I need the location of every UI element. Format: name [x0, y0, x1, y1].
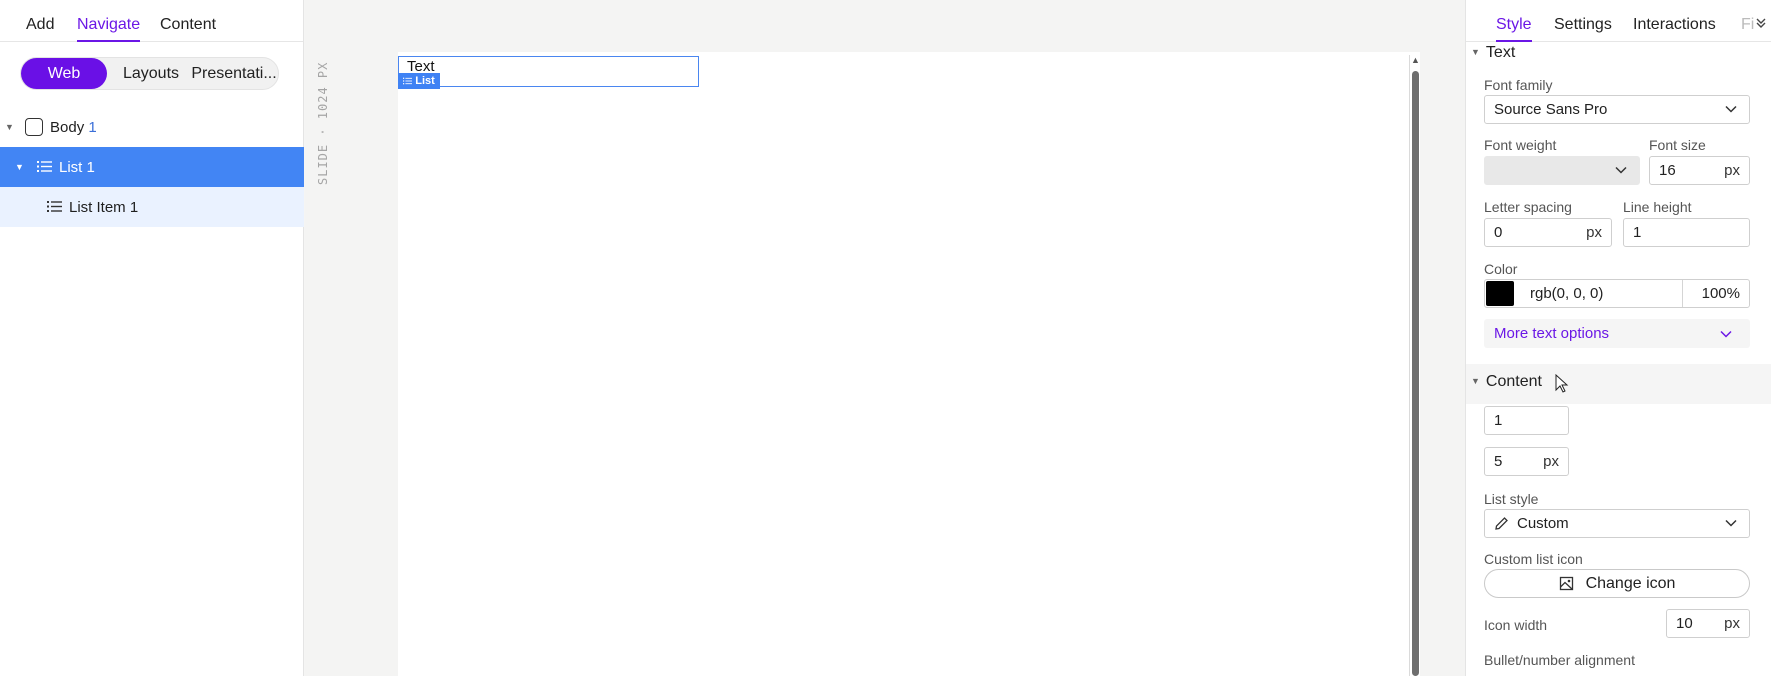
font-weight-select[interactable]	[1484, 156, 1640, 185]
tab-navigate[interactable]: Navigate	[77, 16, 141, 42]
list-icon	[403, 77, 413, 85]
chevron-down-icon	[1725, 105, 1737, 113]
chevron-down-icon	[1725, 519, 1737, 527]
icon-width-input[interactable]: 10 px	[1666, 609, 1750, 638]
letter-spacing-input[interactable]: 0 px	[1484, 218, 1612, 247]
body-number: 1	[88, 118, 97, 136]
more-text-options-label: More text options	[1494, 325, 1610, 342]
content-field-1[interactable]: 1	[1484, 406, 1569, 435]
custom-list-icon-label: Custom list icon	[1484, 551, 1583, 567]
section-title: Text	[1485, 44, 1516, 61]
icon-width-unit: px	[1724, 615, 1740, 632]
field-value: 5	[1494, 453, 1503, 470]
more-text-options-button[interactable]: More text options	[1484, 319, 1750, 348]
tab-fi[interactable]: Fi	[1741, 16, 1754, 34]
tree-item-list-item[interactable]: List Item 1	[0, 187, 304, 227]
tab-style[interactable]: Style	[1496, 16, 1532, 42]
line-height-label: Line height	[1623, 199, 1692, 215]
selection-tag: List	[398, 73, 440, 89]
image-icon	[1559, 576, 1573, 591]
line-height-value: 1	[1633, 224, 1642, 241]
mouse-cursor-icon	[1555, 374, 1569, 393]
color-value[interactable]: rgb(0, 0, 0)	[1530, 285, 1603, 302]
view-mode-segmented-control: Web Layouts Presentati...	[20, 57, 279, 90]
selected-list-element[interactable]	[398, 56, 699, 87]
tree-item-list[interactable]: ▼ List 1	[0, 147, 304, 187]
section-title: Content	[1485, 373, 1542, 390]
tree-item-label: List Item 1	[69, 198, 139, 216]
slide-canvas[interactable]	[398, 52, 1420, 676]
color-opacity-value[interactable]: 100%	[1702, 285, 1740, 302]
chevron-down-icon	[1615, 166, 1627, 174]
list-style-value: Custom	[1517, 515, 1569, 532]
segment-layouts[interactable]: Layouts	[117, 58, 185, 89]
content-section-header[interactable]: ▼ Content	[1471, 373, 1542, 391]
font-family-select[interactable]: Source Sans Pro	[1484, 95, 1750, 124]
right-panel: Style Settings Interactions Fi ▼ Text Fon…	[1465, 0, 1771, 676]
body-label: Body	[50, 118, 85, 136]
line-height-input[interactable]: 1	[1623, 218, 1750, 247]
font-weight-label: Font weight	[1484, 137, 1557, 153]
letter-spacing-label: Letter spacing	[1484, 199, 1572, 215]
change-icon-label: Change icon	[1585, 574, 1676, 592]
font-size-input[interactable]: 16 px	[1649, 156, 1750, 185]
tab-content[interactable]: Content	[160, 16, 216, 34]
canvas-scrollbar[interactable]: ▲	[1409, 55, 1420, 676]
tree-item-body[interactable]: ▼ Body 1	[0, 107, 304, 147]
collapse-caret-icon[interactable]: ▼	[15, 162, 24, 172]
font-size-value: 16	[1659, 162, 1676, 179]
list-icon	[37, 161, 52, 172]
chevron-down-icon	[1720, 330, 1732, 338]
color-picker[interactable]: rgb(0, 0, 0) 100%	[1484, 279, 1750, 308]
divider	[1682, 280, 1683, 307]
collapse-caret-icon[interactable]: ▼	[1471, 376, 1480, 386]
field-unit: px	[1543, 453, 1559, 470]
list-style-select[interactable]: Custom	[1484, 509, 1750, 538]
selection-tag-label: List	[415, 75, 435, 87]
pencil-icon	[1495, 517, 1508, 530]
collapse-caret-icon[interactable]: ▼	[5, 122, 14, 132]
letter-spacing-value: 0	[1494, 224, 1503, 241]
left-panel: Add Navigate Content Web Layouts Present…	[0, 0, 304, 676]
field-value: 1	[1494, 412, 1503, 429]
scrollbar-thumb[interactable]	[1412, 71, 1419, 676]
font-size-unit: px	[1724, 162, 1740, 179]
text-section-header[interactable]: ▼ Text	[1471, 44, 1515, 62]
left-tabs: Add Navigate Content	[0, 0, 303, 42]
tab-add[interactable]: Add	[26, 16, 54, 34]
font-family-value: Source Sans Pro	[1494, 101, 1608, 118]
color-swatch[interactable]	[1486, 281, 1514, 306]
icon-width-label: Icon width	[1484, 617, 1548, 633]
letter-spacing-unit: px	[1586, 224, 1602, 241]
checkbox-icon	[25, 118, 43, 136]
tabs-overflow-chevron-icon[interactable]	[1755, 17, 1767, 29]
collapse-caret-icon[interactable]: ▼	[1471, 47, 1480, 57]
list-icon	[47, 201, 62, 212]
bullet-alignment-label: Bullet/number alignment	[1484, 652, 1635, 668]
tree-item-label: Body 1	[50, 119, 97, 136]
right-tabs: Style Settings Interactions Fi	[1466, 0, 1771, 42]
font-family-label: Font family	[1484, 77, 1553, 93]
slide-width-label: SLIDE · 1024 PX	[316, 62, 330, 186]
change-icon-button[interactable]: Change icon	[1484, 569, 1750, 598]
content-field-2[interactable]: 5 px	[1484, 447, 1569, 476]
segment-presentations[interactable]: Presentati...	[191, 58, 277, 89]
scroll-up-arrow-icon[interactable]: ▲	[1411, 55, 1420, 65]
list-style-label: List style	[1484, 491, 1539, 507]
segment-web[interactable]: Web	[21, 58, 107, 89]
tab-interactions[interactable]: Interactions	[1633, 16, 1716, 34]
icon-width-value: 10	[1676, 615, 1693, 632]
tab-settings[interactable]: Settings	[1554, 16, 1612, 34]
font-size-label: Font size	[1649, 137, 1706, 153]
color-label: Color	[1484, 261, 1518, 277]
tree-item-label: List 1	[59, 158, 95, 176]
